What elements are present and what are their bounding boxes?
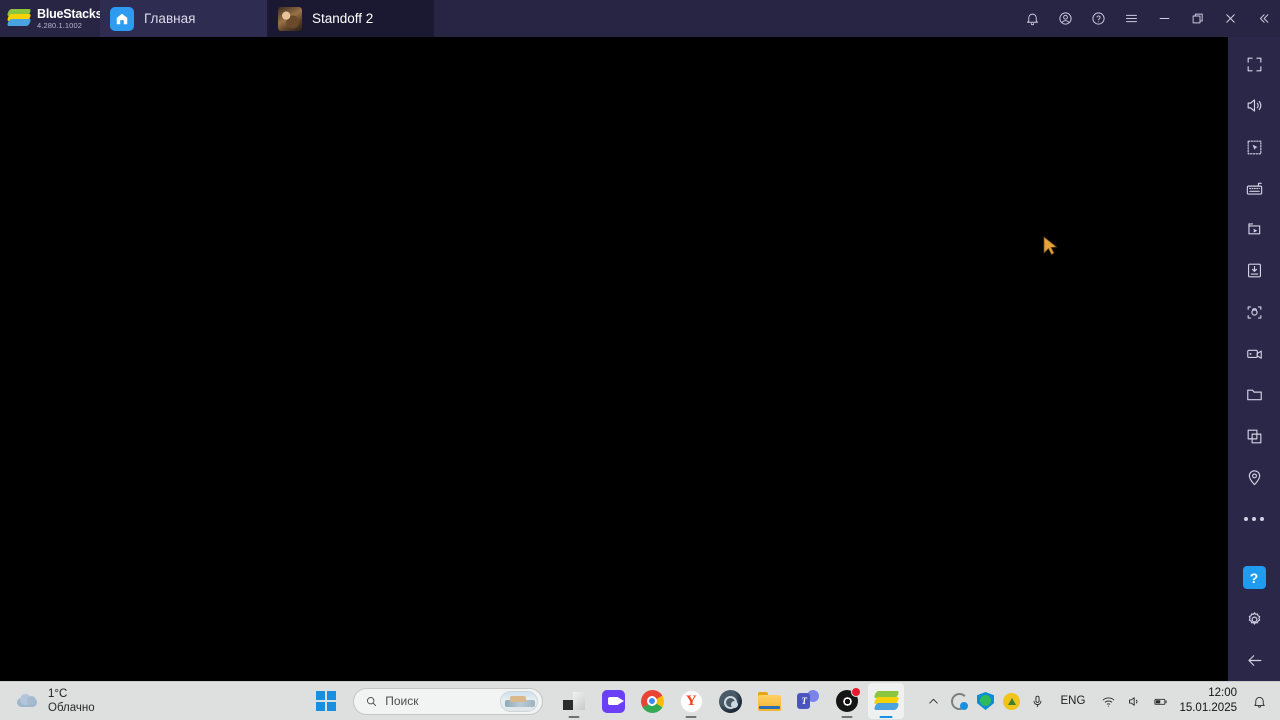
steam-icon (718, 689, 742, 713)
fullscreen-button[interactable] (1228, 44, 1280, 85)
camera-icon[interactable] (1228, 292, 1280, 333)
video-call-icon (601, 689, 625, 713)
tab-strip: Главная Standoff 2 (100, 0, 434, 37)
home-icon (110, 6, 134, 31)
video-camera-icon[interactable] (1228, 333, 1280, 374)
brand-version: 4.280.1.1002 (37, 21, 82, 30)
script-play-icon[interactable] (1228, 209, 1280, 250)
game-cursor (1041, 235, 1059, 257)
question-square-icon: ? (1242, 566, 1266, 590)
help-button[interactable] (1082, 0, 1115, 37)
search-placeholder: Поиск (385, 694, 419, 708)
menu-button[interactable] (1115, 0, 1148, 37)
start-button[interactable] (316, 691, 337, 711)
minimize-button[interactable] (1148, 0, 1181, 37)
tray-microphone-icon[interactable] (1025, 684, 1051, 718)
folder-icon[interactable] (1228, 374, 1280, 415)
cursor-select-icon[interactable] (1228, 127, 1280, 168)
taskbar-app-steam[interactable] (712, 683, 748, 719)
running-indicator (841, 715, 853, 718)
folder-icon (757, 691, 781, 711)
tray-volume-icon[interactable] (1121, 684, 1147, 718)
tray-defender-icon[interactable] (973, 684, 999, 718)
ellipsis-icon[interactable] (1228, 498, 1280, 539)
explorer-dark-icon (563, 692, 586, 710)
game-viewport[interactable] (0, 37, 1228, 681)
weather-temperature: 1°C (48, 687, 68, 700)
windows-taskbar: 1°C Облачно Поиск Y T ENG 12:00 15.01.20… (0, 681, 1280, 720)
tray-onedrive-icon[interactable] (947, 684, 973, 718)
settings-button[interactable] (1228, 598, 1280, 639)
map-pin-icon[interactable] (1228, 457, 1280, 498)
taskbar-app-teams[interactable]: T (790, 683, 826, 719)
teams-glyph: T (798, 694, 811, 708)
cloud-icon (14, 692, 40, 710)
taskbar-app-meet[interactable] (595, 683, 631, 719)
help-center-button[interactable]: ? (1228, 557, 1280, 598)
image-thumbnail[interactable] (500, 690, 539, 712)
account-button[interactable] (1049, 0, 1082, 37)
apk-install-icon[interactable] (1228, 250, 1280, 291)
tray-overflow-button[interactable] (921, 684, 947, 718)
collapse-sidebar-button[interactable] (1247, 0, 1280, 37)
onedrive-icon (951, 692, 969, 710)
system-tray: ENG 12:00 15.01.2025 (921, 684, 1280, 718)
tray-battery-icon[interactable] (1147, 684, 1173, 718)
volume-button[interactable] (1228, 85, 1280, 126)
taskbar-app-file-explorer[interactable] (751, 683, 787, 719)
clock[interactable]: 12:00 15.01.2025 (1173, 686, 1246, 716)
tray-wifi-icon[interactable] (1095, 684, 1121, 718)
bluestacks-logo-icon (6, 8, 32, 29)
search-icon (365, 695, 378, 708)
maximize-button[interactable] (1181, 0, 1214, 37)
language-indicator[interactable]: ENG (1051, 695, 1096, 707)
taskbar-center: Поиск Y T (300, 683, 921, 719)
clock-date: 15.01.2025 (1179, 702, 1237, 714)
bluestacks-icon (873, 690, 900, 712)
teams-icon: T (797, 690, 820, 712)
search-input[interactable]: Поиск (353, 687, 544, 715)
close-button[interactable] (1214, 0, 1247, 37)
obs-icon (836, 687, 862, 712)
bluestacks-sidebar: ? (1228, 37, 1280, 681)
weather-condition: Облачно (48, 702, 95, 714)
titlebar-spacer (434, 0, 1016, 37)
window-controls (1016, 0, 1280, 37)
running-indicator (879, 715, 893, 718)
tab-home[interactable]: Главная (100, 0, 268, 37)
tab-standoff-2[interactable]: Standoff 2 (268, 0, 434, 37)
help-glyph: ? (1249, 569, 1259, 586)
tray-notifications-button[interactable] (1246, 684, 1272, 718)
taskbar-app-chrome[interactable] (634, 683, 670, 719)
bluestacks-window: BlueStacks 4.280.1.1002 Главная Standoff… (0, 0, 1280, 720)
running-indicator (568, 715, 580, 718)
back-button[interactable] (1228, 640, 1280, 681)
chrome-icon (640, 689, 664, 713)
brand-logo[interactable]: BlueStacks 4.280.1.1002 (0, 0, 103, 37)
copy-windows-icon[interactable] (1228, 415, 1280, 456)
weather-widget[interactable]: 1°C Облачно (0, 687, 300, 716)
tab-home-label: Главная (144, 11, 196, 26)
taskbar-app-obs[interactable] (829, 683, 865, 719)
shield-check-icon (977, 692, 995, 710)
running-indicator (685, 715, 697, 718)
clock-time: 12:00 (1208, 687, 1237, 700)
notification-badge (851, 687, 862, 697)
taskbar-app-bluestacks[interactable] (868, 683, 905, 719)
taskbar-app-yandex[interactable]: Y (673, 683, 709, 719)
brand-name: BlueStacks (37, 6, 103, 21)
titlebar: BlueStacks 4.280.1.1002 Главная Standoff… (0, 0, 1280, 37)
game-app-icon (278, 6, 302, 31)
tab-standoff-2-label: Standoff 2 (312, 11, 374, 26)
update-icon (1003, 692, 1021, 710)
keyboard-icon[interactable] (1228, 168, 1280, 209)
taskbar-app-explorer-dark[interactable] (556, 683, 592, 719)
notifications-button[interactable] (1016, 0, 1049, 37)
yandex-icon: Y (679, 689, 703, 713)
tray-update-icon[interactable] (999, 684, 1025, 718)
